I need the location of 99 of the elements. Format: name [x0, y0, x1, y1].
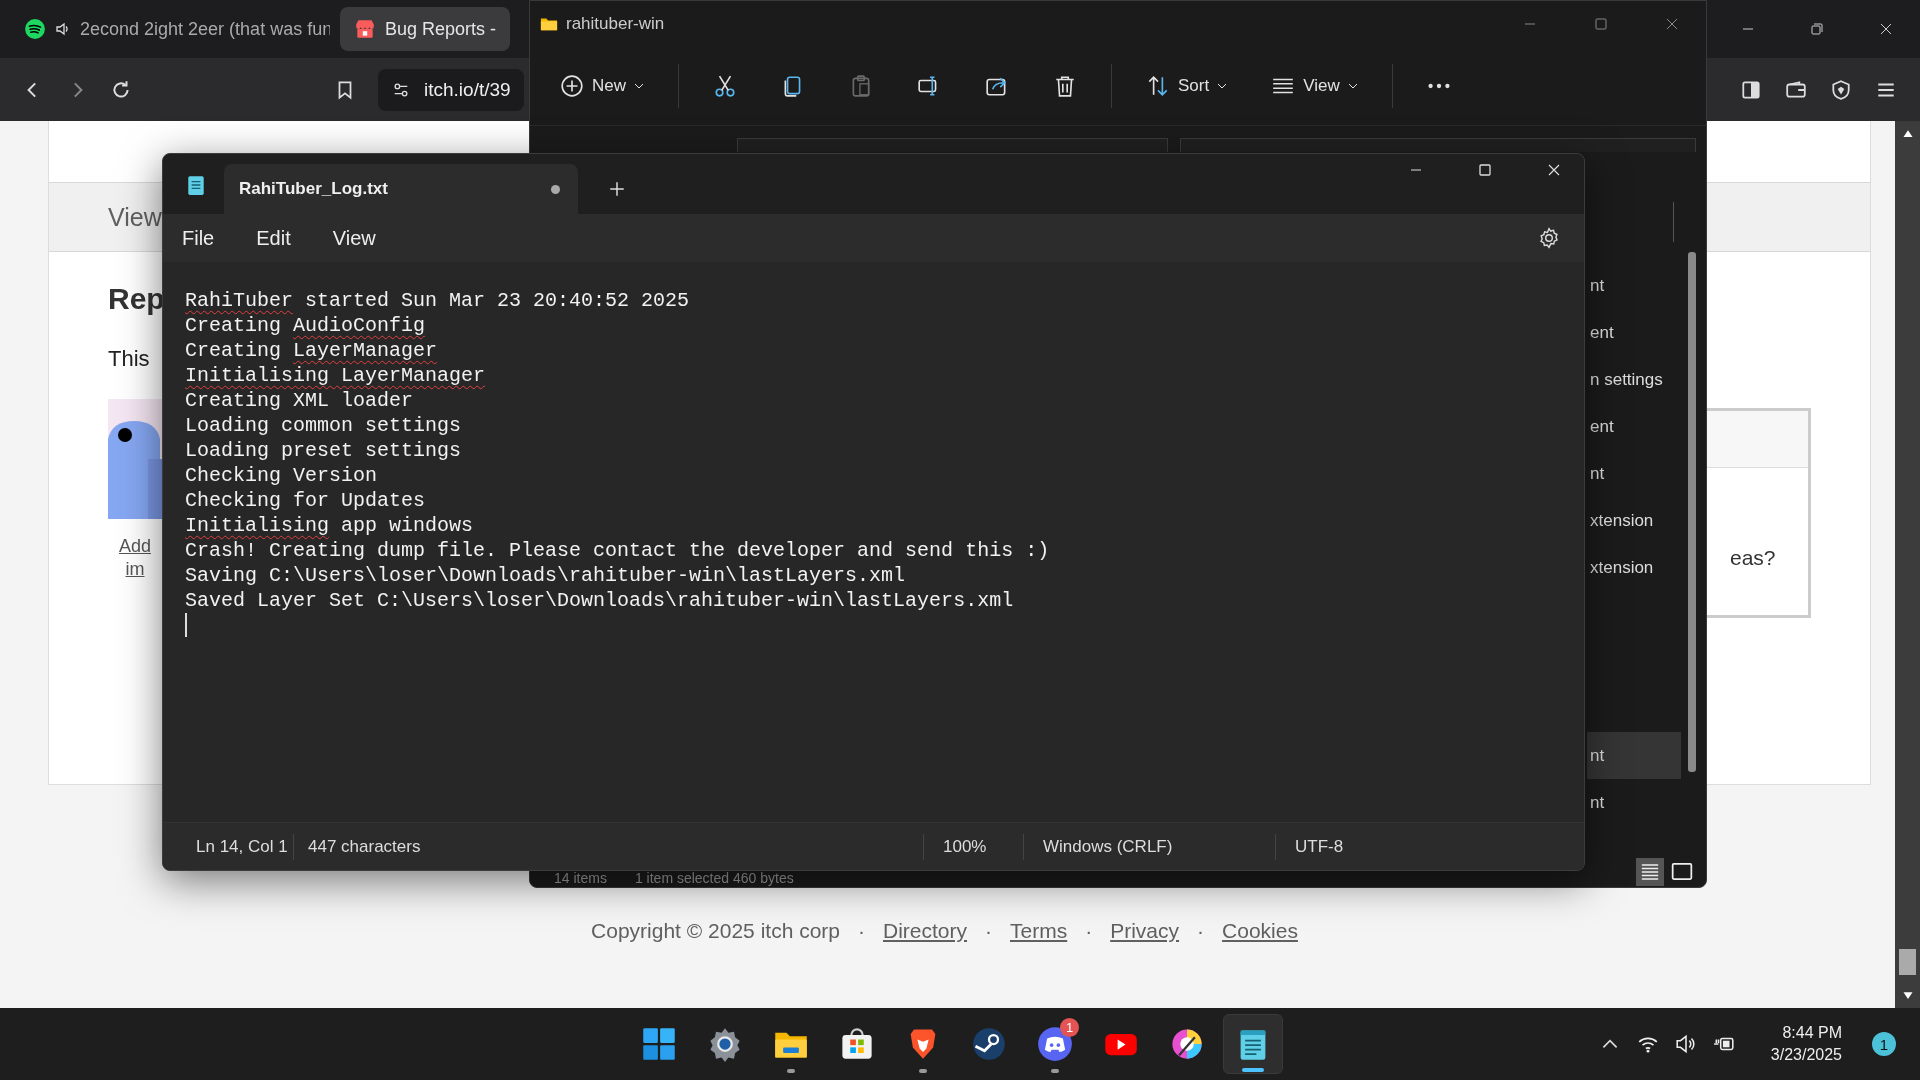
file-row[interactable]: nt — [1587, 779, 1681, 826]
new-tab-icon[interactable] — [608, 180, 626, 198]
restore-icon[interactable] — [1809, 21, 1825, 37]
log-line: Checking for Updates — [185, 488, 427, 513]
footer-link[interactable]: Terms — [1010, 919, 1068, 943]
browser-tab[interactable]: Bug Reports - — [340, 7, 511, 51]
windows-logo-icon — [641, 1026, 677, 1062]
store-icon — [354, 18, 376, 40]
log-line: Loading common settings — [185, 413, 463, 438]
sidebar-icon[interactable] — [1740, 78, 1762, 101]
running-indicator — [787, 1069, 795, 1073]
page-heading: Rep — [108, 282, 165, 316]
cursor-position: Ln 14, Col 1 — [195, 835, 289, 858]
add-image-link[interactable]: Add im — [108, 535, 162, 581]
close-icon[interactable] — [1546, 162, 1562, 178]
shopping-bag-icon — [839, 1026, 875, 1062]
caret-icon — [1217, 83, 1228, 89]
notepad-icon — [185, 174, 207, 196]
log-line: Creating AudioConfig — [185, 313, 427, 338]
notification-badge: 1 — [1060, 1018, 1079, 1037]
steam-icon — [971, 1026, 1007, 1062]
footer-link[interactable]: Cookies — [1222, 919, 1298, 943]
file-row[interactable]: n settings — [1587, 356, 1681, 403]
zoom-level[interactable]: 100% — [923, 833, 1023, 860]
details-view-icon[interactable] — [1636, 857, 1664, 886]
taskbar-app[interactable]: 1 — [1025, 1014, 1085, 1074]
file-row[interactable]: xtension — [1587, 544, 1681, 591]
log-line: Saved Layer Set C:\Users\loser\Downloads\rahituber-win\lastLayers.xml — [185, 588, 1015, 613]
scroll-up-icon[interactable] — [1901, 129, 1914, 138]
footer-link[interactable]: Directory — [883, 919, 967, 943]
character-count: 447 characters — [293, 833, 923, 860]
log-line: Checking Version — [185, 463, 379, 488]
plus-circle-icon — [560, 74, 584, 98]
scroll-thumb[interactable] — [1688, 252, 1696, 772]
text-cursor — [185, 613, 187, 637]
running-indicator — [1242, 1068, 1264, 1072]
log-line: Creating XML loader — [185, 388, 415, 413]
file-row[interactable]: nt — [1587, 262, 1681, 309]
log-line: Initialising LayerManager — [185, 363, 487, 388]
clock-date: 3/23/2025 — [1770, 1046, 1842, 1064]
log-line: Crash! Creating dump file. Please contact the developer and send this :) — [185, 538, 1051, 563]
menu-item[interactable]: View — [332, 226, 376, 250]
music-app-icon — [24, 18, 46, 40]
side-card-text: eas? — [1730, 546, 1777, 570]
new-button[interactable]: New — [550, 62, 654, 110]
selection-info: 1 item selected 460 bytes — [634, 870, 794, 886]
scrollbar[interactable] — [1895, 121, 1920, 1008]
sort-icon — [1146, 74, 1170, 98]
file-row[interactable]: nt — [1587, 450, 1681, 497]
window-title: rahituber-win — [566, 14, 665, 34]
speaker-icon — [55, 21, 71, 37]
maximize-icon[interactable] — [1477, 162, 1493, 178]
address-bar[interactable]: itch.io/t/39 — [378, 68, 524, 111]
close-icon[interactable] — [1878, 21, 1894, 37]
line-endings[interactable]: Windows (CRLF) — [1023, 833, 1275, 860]
taskbar-app[interactable] — [1223, 1014, 1283, 1074]
document-tab[interactable]: RahiTuber_Log.txt — [224, 164, 578, 214]
running-indicator — [919, 1069, 927, 1073]
item-count: 14 items — [554, 870, 607, 886]
file-row[interactable]: ent — [1587, 309, 1681, 356]
log-line: RahiTuber started Sun Mar 23 20:40:52 2025 — [185, 288, 691, 313]
footer-separator: · — [1085, 919, 1093, 943]
menu-item[interactable]: File — [182, 226, 215, 250]
copyright-text: Copyright © 2025 itch corp — [591, 919, 840, 943]
log-line: Initialising app windows — [185, 513, 475, 538]
clock[interactable]: 8:44 PM 3/23/2025 — [1770, 1024, 1842, 1064]
footer-separator: · — [858, 919, 865, 943]
settings-icon[interactable] — [1538, 227, 1560, 249]
color-wheel-icon — [1169, 1026, 1205, 1062]
caret-icon — [1347, 83, 1358, 89]
site-settings-icon — [392, 80, 410, 99]
file-row[interactable]: nt — [1587, 732, 1681, 779]
scroll-thumb[interactable] — [1899, 949, 1916, 975]
shield-icon[interactable] — [1830, 78, 1852, 101]
running-indicator — [1051, 1069, 1059, 1073]
intro-text: This — [108, 346, 150, 372]
log-line: Saving C:\Users\loser\Downloads\rahituber-win\lastLayers.xml — [185, 563, 907, 588]
menu-item[interactable]: Edit — [256, 226, 291, 250]
encoding[interactable]: UTF-8 — [1275, 833, 1344, 860]
gear-icon — [707, 1026, 743, 1062]
section-tab[interactable]: View — [108, 202, 162, 232]
caret-icon — [634, 83, 644, 89]
clock-time: 8:44 PM — [1782, 1024, 1842, 1042]
footer-separator: · — [1197, 919, 1205, 943]
sort-button[interactable]: Sort — [1136, 62, 1238, 110]
trash-icon — [1053, 74, 1077, 98]
speaker-icon[interactable] — [1674, 1033, 1697, 1055]
close-icon[interactable] — [1664, 16, 1680, 32]
notification-count[interactable]: 1 — [1872, 1032, 1896, 1056]
log-line: Creating LayerManager — [185, 338, 439, 363]
file-row[interactable]: ent — [1587, 403, 1681, 450]
log-line: Loading preset settings — [185, 438, 463, 463]
scroll-down-icon[interactable] — [1901, 991, 1914, 1000]
view-button[interactable]: View — [1261, 62, 1368, 110]
more-icon — [1426, 83, 1451, 89]
file-row[interactable]: xtension — [1587, 497, 1681, 544]
footer-separator: · — [985, 919, 992, 943]
footer-link[interactable]: Privacy — [1110, 919, 1180, 943]
scissors-icon — [713, 74, 737, 98]
